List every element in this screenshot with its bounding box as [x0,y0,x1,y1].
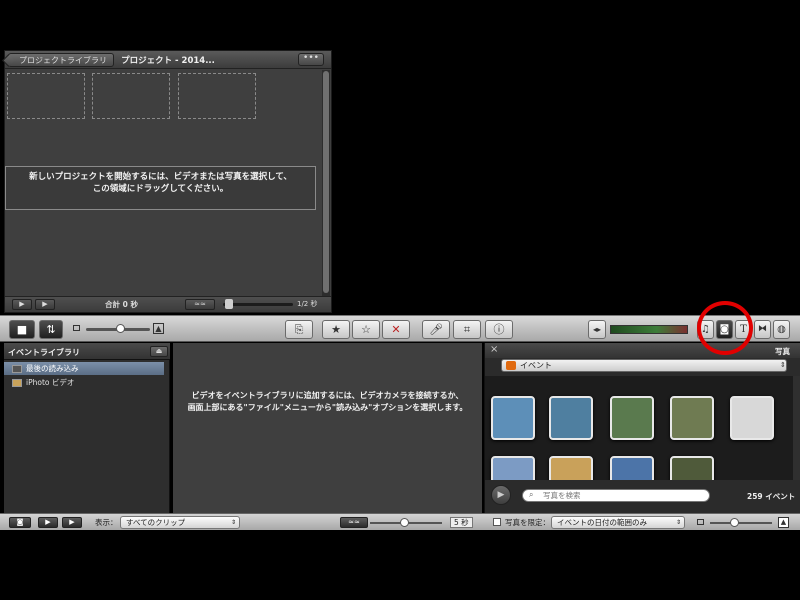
select-arrows-icon: ⇕ [780,361,786,369]
project-more-button[interactable]: ••• [298,53,324,66]
crop-icon[interactable]: ⌗ [453,320,481,339]
play-slideshow-button[interactable]: ▶ [491,485,511,505]
play-fullscreen-button[interactable]: ▶ [12,299,32,310]
total-duration: 合計 0 秒 [105,300,138,309]
filter-select-value: イベントの日付の範囲のみ [557,518,647,527]
clip-duration-knob[interactable] [400,518,409,527]
select-arrows-icon: ⇕ [230,519,236,526]
project-footer: ▶ ▶ 合計 0 秒 ≈≈ 1/2 秒 [5,296,331,312]
empty-clip-slot [7,73,85,119]
photo-source-label: イベント [520,361,552,370]
select-arrows-icon: ⇕ [675,519,681,526]
photo-size-slider[interactable] [710,522,772,524]
play-button[interactable]: ▶ [62,517,82,528]
photo-thumbnail[interactable] [730,396,774,440]
swap-panes-button[interactable]: ⇅ [39,320,63,339]
clip-duration-label: 5 秒 [450,517,473,528]
photo-browser-header: × 写真 [485,343,800,358]
iphoto-icon [12,379,22,387]
event-library-header: イベントライブラリ ⏏ [4,343,170,360]
event-library: イベントライブラリ ⏏ 最後の読み込み iPhoto ビデオ [4,343,170,513]
photo-browser-footer: ▶ ⌕ 259 イベント [485,480,800,510]
volume-icon[interactable]: ◂▸ [588,320,606,339]
add-to-project-button[interactable]: ⎘ [285,320,313,339]
photo-search-input[interactable] [522,489,710,502]
photo-browser: × 写真 イベント ⇕ ▶ ⌕ 259 イベント [484,343,800,513]
view-select-value: すべてのクリップ [126,518,186,527]
filter-photos-checkbox[interactable] [493,518,501,526]
transition-icon[interactable]: ⧓ [754,320,771,339]
camera-import-button[interactable]: ■ [9,320,35,339]
photo-grid [485,376,793,480]
reject-x-icon[interactable]: ✕ [382,320,410,339]
event-message-line: ビデオをイベントライブラリに追加するには、ビデオカメラを接続するか、 [191,391,464,400]
photo-thumbnail[interactable] [610,396,654,440]
photo-event-count: 259 イベント [747,492,796,501]
project-title: プロジェクト - 2014... [121,56,215,66]
event-library-title: イベントライブラリ [8,348,80,357]
search-icon: ⌕ [529,490,534,499]
view-label: 表示： [95,518,118,527]
photo-scrollbar[interactable] [793,376,800,480]
camera-import-small-button[interactable]: ◙ [9,517,31,528]
photo-thumbnail[interactable] [491,396,535,440]
unmark-star-icon[interactable]: ☆ [352,320,380,339]
voiceover-microphone-icon[interactable]: 🎤︎ [422,320,450,339]
zoom-slider-track[interactable] [223,303,293,306]
large-thumbnail-icon: ▲ [778,517,789,528]
photo-thumbnail[interactable] [670,396,714,440]
view-select[interactable]: すべてのクリップ ⇕ [120,516,240,529]
photo-browser-title: 写真 [775,347,790,356]
iphoto-icon [506,361,516,370]
photo-thumbnail[interactable] [549,456,593,480]
drop-message-line: この領域にドラッグしてください。 [92,184,229,194]
play-button[interactable]: ▶ [35,299,55,310]
large-thumbnail-icon: ▲ [153,323,164,334]
event-browser-message: ビデオをイベントライブラリに追加するには、ビデオカメラを接続するか、 画面上部に… [173,390,482,414]
red-highlight-circle [697,301,753,355]
photo-thumbnail[interactable] [549,396,593,440]
photo-thumbnail[interactable] [670,456,714,480]
zoom-label: 1/2 秒 [297,300,318,308]
bottom-bar: ◙ ▶ ▶ 表示： すべてのクリップ ⇕ ≈≈ 5 秒 写真を限定： イベントの… [0,513,800,530]
project-header: プロジェクトライブラリ プロジェクト - 2014... ••• [5,51,331,69]
filter-photos-select[interactable]: イベントの日付の範囲のみ ⇕ [551,516,685,529]
project-scroll-thumb[interactable] [323,71,329,293]
library-item-recent-import[interactable]: 最後の読み込み [4,362,164,375]
photo-size-knob[interactable] [730,518,739,527]
event-message-line: 画面上部にある"ファイル"メニューから"読み込み"オプションを選択します。 [187,403,468,412]
zoom-slider-knob[interactable] [225,299,233,309]
drop-message-line: 新しいプロジェクトを開始するには、ビデオまたは写真を選択して、 [29,172,292,182]
thumbnail-size-knob[interactable] [116,324,125,333]
small-thumbnail-icon [73,325,80,331]
globe-map-icon[interactable]: ◍ [773,320,790,339]
filter-photos-label: 写真を限定： [505,518,550,527]
audio-waveform-button[interactable]: ≈≈ [185,299,215,310]
film-icon [12,365,22,373]
library-item-iphoto-video[interactable]: iPhoto ビデオ [4,376,164,389]
empty-clip-slot [92,73,170,119]
audio-level-meter [610,325,688,334]
library-item-label: 最後の読み込み [26,364,79,373]
main-toolbar: ■ ⇅ ▲ ⎘ ★ ☆ ✕ 🎤︎ ⌗ ⓘ ◂▸ ♫ ◙ T ⧓ ◍ [0,315,800,342]
audio-waveform-button[interactable]: ≈≈ [340,517,368,528]
play-fullscreen-button[interactable]: ▶ [38,517,58,528]
info-icon[interactable]: ⓘ [485,320,513,339]
library-item-label: iPhoto ビデオ [26,378,75,387]
project-pane: プロジェクトライブラリ プロジェクト - 2014... ••• 新しいプロジェ… [4,50,332,313]
event-browser: ビデオをイベントライブラリに追加するには、ビデオカメラを接続するか、 画面上部に… [173,343,482,513]
small-thumbnail-icon [697,519,704,525]
close-icon[interactable]: × [490,345,498,355]
photo-thumbnail[interactable] [610,456,654,480]
project-drop-message: 新しいプロジェクトを開始するには、ビデオまたは写真を選択して、 この領域にドラッ… [5,166,316,210]
photo-thumbnail[interactable] [491,456,535,480]
eject-icon[interactable]: ⏏ [150,346,168,357]
photo-source-select[interactable]: イベント ⇕ [501,359,787,372]
empty-clip-slot [178,73,256,119]
favorite-star-icon[interactable]: ★ [322,320,350,339]
